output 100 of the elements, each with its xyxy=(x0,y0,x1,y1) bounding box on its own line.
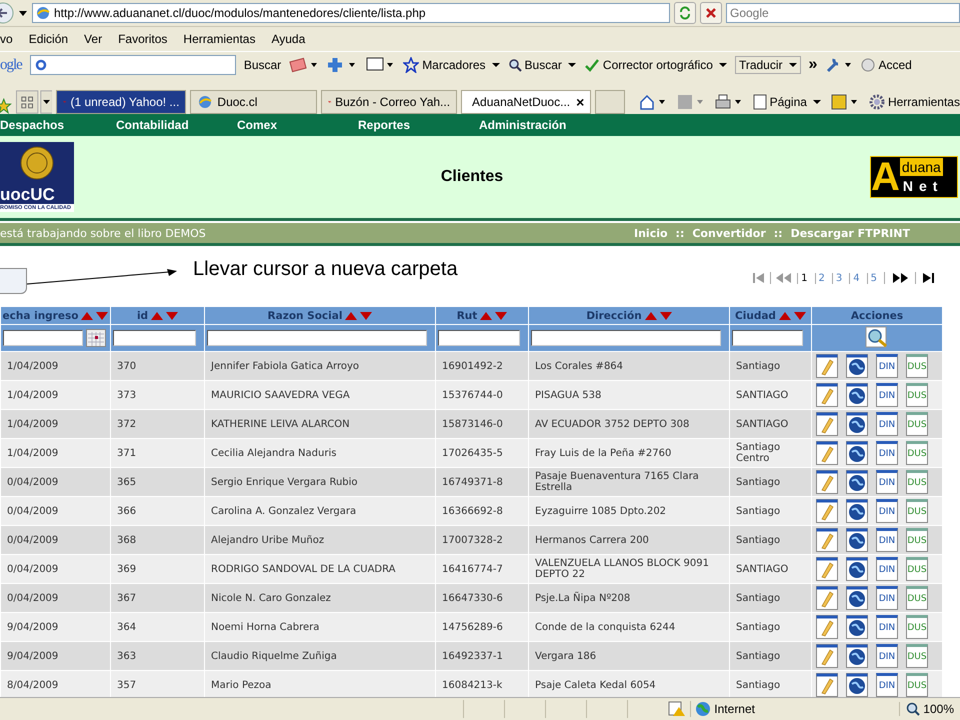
pencil-document-icon[interactable] xyxy=(816,528,838,552)
page-link[interactable]: 3 xyxy=(832,272,846,284)
toolbar-button[interactable]: Herramientas xyxy=(868,94,960,110)
home-icon[interactable] xyxy=(638,94,667,110)
din-document-icon[interactable]: DIN xyxy=(876,586,898,610)
column-header[interactable]: Acciones xyxy=(812,306,942,324)
filter-field[interactable] xyxy=(113,330,196,346)
pencil-document-icon[interactable] xyxy=(816,644,838,668)
grid-icon[interactable] xyxy=(16,90,52,114)
din-document-icon[interactable]: DIN xyxy=(876,383,898,407)
pencil-document-icon[interactable] xyxy=(816,499,838,523)
dus-document-icon[interactable]: DUS xyxy=(906,470,928,494)
browser-tab[interactable]: Duoc.cl xyxy=(190,90,318,114)
filter-field[interactable] xyxy=(531,330,721,346)
pencil-document-icon[interactable] xyxy=(816,354,838,378)
dus-document-icon[interactable]: DUS xyxy=(906,586,928,610)
nav-item[interactable]: Contabilidad xyxy=(116,118,237,132)
add-favorite-icon[interactable] xyxy=(0,98,12,114)
din-document-icon[interactable]: DIN xyxy=(876,412,898,436)
globe-document-icon[interactable] xyxy=(846,586,868,610)
din-document-icon[interactable]: DIN xyxy=(876,354,898,378)
toolbar-button[interactable]: Acced xyxy=(861,58,912,72)
menu-item[interactable]: Ver xyxy=(84,32,102,46)
globe-document-icon[interactable] xyxy=(846,412,868,436)
pencil-document-icon[interactable] xyxy=(816,586,838,610)
plus-icon[interactable] xyxy=(327,57,358,73)
dus-document-icon[interactable]: DUS xyxy=(906,499,928,523)
pencil-document-icon[interactable] xyxy=(816,557,838,581)
globe-document-icon[interactable] xyxy=(846,470,868,494)
print-icon[interactable] xyxy=(714,94,743,110)
page-link[interactable]: 1 xyxy=(797,272,810,284)
menu-item[interactable]: vo xyxy=(0,32,13,46)
toolbar-button[interactable]: Corrector ortográfico xyxy=(584,58,727,72)
toolbar-button[interactable]: Buscar xyxy=(244,58,282,72)
dus-document-icon[interactable]: DUS xyxy=(906,673,928,697)
globe-document-icon[interactable] xyxy=(846,615,868,639)
globe-document-icon[interactable] xyxy=(846,441,868,465)
nav-item[interactable]: Despachos xyxy=(0,118,116,132)
globe-document-icon[interactable] xyxy=(846,644,868,668)
din-document-icon[interactable]: DIN xyxy=(876,615,898,639)
google-search-field[interactable] xyxy=(30,55,236,75)
filter-field[interactable] xyxy=(207,330,427,346)
date-filter-field[interactable] xyxy=(3,330,83,346)
page-link[interactable]: 5 xyxy=(866,272,880,284)
menu-item[interactable]: Edición xyxy=(28,32,68,46)
din-document-icon[interactable]: DIN xyxy=(876,470,898,494)
dus-document-icon[interactable]: DUS xyxy=(906,615,928,639)
page-link[interactable]: 4 xyxy=(849,272,863,284)
globe-document-icon[interactable] xyxy=(846,354,868,378)
din-document-icon[interactable]: DIN xyxy=(876,528,898,552)
zoom-level[interactable]: 100% xyxy=(899,702,954,716)
wrench-icon[interactable] xyxy=(825,57,854,73)
toolbar-button[interactable]: Página xyxy=(752,94,821,110)
din-document-icon[interactable]: DIN xyxy=(876,499,898,523)
din-document-icon[interactable]: DIN xyxy=(876,557,898,581)
dus-document-icon[interactable]: DUS xyxy=(906,441,928,465)
toolbar-button[interactable]: Traducir xyxy=(734,56,801,74)
nav-item[interactable]: Reportes xyxy=(358,118,479,132)
din-document-icon[interactable]: DIN xyxy=(876,441,898,465)
pencil-document-icon[interactable] xyxy=(816,615,838,639)
toolbar-button[interactable]: Marcadores xyxy=(403,57,500,73)
pencil-document-icon[interactable] xyxy=(816,441,838,465)
globe-document-icon[interactable] xyxy=(846,528,868,552)
globe-document-icon[interactable] xyxy=(846,383,868,407)
toolbar-button[interactable]: Buscar xyxy=(508,58,576,72)
more-button[interactable]: » xyxy=(808,56,818,74)
menu-item[interactable]: Favoritos xyxy=(118,32,168,46)
din-document-icon[interactable]: DIN xyxy=(876,673,898,697)
filter-field[interactable] xyxy=(438,330,520,346)
browser-tab[interactable]: AduanaNetDuoc... × xyxy=(461,90,592,114)
menu-item[interactable]: Ayuda xyxy=(271,32,306,46)
globe-document-icon[interactable] xyxy=(846,557,868,581)
search-field[interactable]: Google xyxy=(726,3,960,23)
previous-page-icon[interactable] xyxy=(770,272,794,284)
pencil-document-icon[interactable] xyxy=(816,412,838,436)
dus-document-icon[interactable]: DUS xyxy=(906,644,928,668)
pencil-document-icon[interactable] xyxy=(816,673,838,697)
close-tab-button[interactable]: × xyxy=(574,94,586,110)
browser-tab[interactable]: (1 unread) Yahoo! ... xyxy=(56,90,186,114)
page-link[interactable]: 2 xyxy=(814,272,828,284)
search-icon[interactable] xyxy=(865,326,889,348)
refresh-button[interactable] xyxy=(674,2,696,24)
nav-item[interactable]: Administración xyxy=(479,118,579,132)
first-page-icon[interactable] xyxy=(752,272,766,284)
filter-field[interactable] xyxy=(732,330,803,346)
pencil-document-icon[interactable] xyxy=(816,470,838,494)
eraser-icon[interactable] xyxy=(289,57,320,73)
stop-button[interactable] xyxy=(700,2,722,24)
folder-button[interactable] xyxy=(0,268,27,294)
pencil-document-icon[interactable] xyxy=(816,383,838,407)
calendar-icon[interactable] xyxy=(86,329,106,347)
din-document-icon[interactable]: DIN xyxy=(876,644,898,668)
globe-document-icon[interactable] xyxy=(846,499,868,523)
browser-tab[interactable]: Buzón - Correo Yah... xyxy=(321,90,458,114)
dus-document-icon[interactable]: DUS xyxy=(906,412,928,436)
nav-item[interactable]: Comex xyxy=(237,118,358,132)
globe-document-icon[interactable] xyxy=(846,673,868,697)
address-field[interactable]: http://www.aduananet.cl/duoc/modulos/mantenedores/cliente/lista.php xyxy=(32,3,670,23)
dus-document-icon[interactable]: DUS xyxy=(906,383,928,407)
dus-document-icon[interactable]: DUS xyxy=(906,354,928,378)
